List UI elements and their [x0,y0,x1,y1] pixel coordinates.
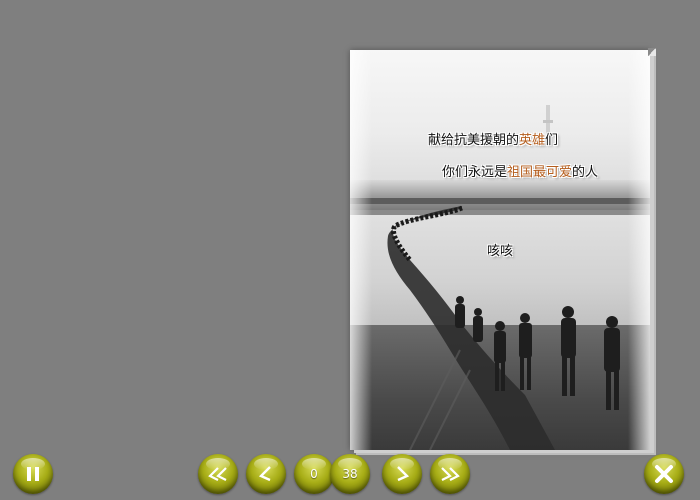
chevron-left-icon [258,466,271,482]
caption-line-1: 献给抗美援朝的英雄们 [428,133,559,148]
book-page[interactable]: 献给抗美援朝的英雄们 你们永远是祖国最可爱的人 咳咳 [350,50,650,450]
current-page-indicator[interactable]: 0 [294,454,334,494]
last-page-button[interactable] [430,454,470,494]
close-button[interactable] [644,454,684,494]
caption-line-2: 你们永远是祖国最可爱的人 [442,165,599,180]
caption-line-3: 咳咳 [487,244,514,259]
total-pages-number: 38 [342,467,358,481]
close-icon [655,465,673,483]
first-page-button[interactable] [198,454,238,494]
pause-icon [27,467,39,481]
previous-page-button[interactable] [246,454,286,494]
next-page-button[interactable] [382,454,422,494]
page-shade-left [350,50,372,450]
current-page-number: 0 [310,467,318,481]
page-edge [650,54,656,451]
double-chevron-right-icon [441,467,460,481]
double-chevron-left-icon [208,467,227,481]
page-corner [648,48,656,56]
page-shade-right [628,50,650,450]
total-pages-indicator[interactable]: 38 [330,454,370,494]
pause-button[interactable] [13,454,53,494]
chevron-right-icon [397,466,410,482]
